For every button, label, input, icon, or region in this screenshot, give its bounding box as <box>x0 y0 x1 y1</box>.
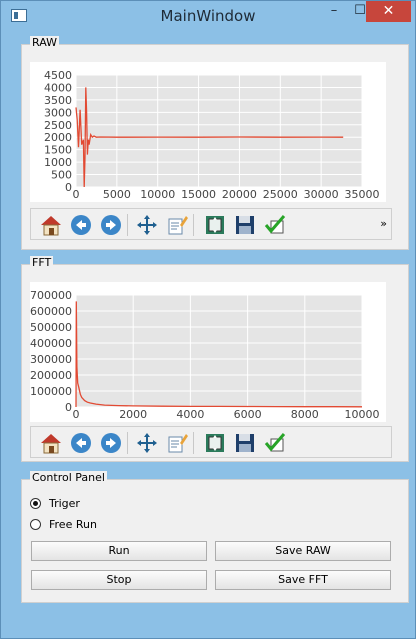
radio-triger[interactable]: Triger <box>30 497 180 513</box>
x-tick-label: 0 <box>73 408 80 421</box>
toolbar-separator <box>193 214 194 236</box>
radio-free-run[interactable]: Free Run <box>30 518 180 534</box>
fft-plot[interactable]: 0 2000 4000 6000 8000 10000 0 100000 200000 30000… <box>30 282 386 422</box>
fft-group: FFT 0 2000 4000 6000 8000 10000 0 100000 200000 3… <box>21 256 409 462</box>
y-tick-label: 1000 <box>44 156 72 169</box>
y-tick-label: 600000 <box>30 305 72 318</box>
control-panel-title: Control Panel <box>30 471 107 484</box>
raw-plot[interactable]: 0 5000 10000 15000 20000 25000 30000 35000 0 500 1… <box>30 62 386 202</box>
save-raw-button[interactable]: Save RAW <box>215 541 391 561</box>
y-tick-label: 1500 <box>44 144 72 157</box>
minimize-button[interactable]: – <box>321 1 347 22</box>
y-tick-label: 100000 <box>30 385 72 398</box>
zoom-edit-icon[interactable] <box>165 431 189 455</box>
save-floppy-icon[interactable] <box>233 213 257 237</box>
stop-button[interactable]: Stop <box>31 570 207 590</box>
configure-subplots-icon[interactable] <box>203 213 227 237</box>
x-tick-label: 20000 <box>222 188 257 201</box>
x-tick-label: 5000 <box>103 188 131 201</box>
forward-arrow-icon[interactable] <box>99 431 123 455</box>
y-tick-label: 500 <box>51 169 72 182</box>
checkmark-icon[interactable] <box>263 213 287 237</box>
forward-arrow-icon[interactable] <box>99 213 123 237</box>
y-tick-label: 200000 <box>30 369 72 382</box>
y-tick-label: 2000 <box>44 131 72 144</box>
checkmark-icon[interactable] <box>263 431 287 455</box>
radio-free-run-indicator[interactable] <box>30 519 41 530</box>
zoom-edit-icon[interactable] <box>165 213 189 237</box>
x-tick-label: 0 <box>73 188 80 201</box>
back-arrow-icon[interactable] <box>69 213 93 237</box>
plot-area <box>76 75 362 187</box>
configure-subplots-icon[interactable] <box>203 431 227 455</box>
toolbar-overflow-icon[interactable]: » <box>380 217 387 230</box>
raw-toolbar: » <box>30 208 392 240</box>
y-tick-label: 400000 <box>30 337 72 350</box>
fft-toolbar <box>30 426 392 458</box>
y-tick-label: 3000 <box>44 106 72 119</box>
y-tick-label: 2500 <box>44 119 72 132</box>
run-button[interactable]: Run <box>31 541 207 561</box>
pan-move-icon[interactable] <box>135 213 159 237</box>
y-tick-label: 0 <box>65 401 72 414</box>
home-icon[interactable] <box>39 213 63 237</box>
home-icon[interactable] <box>39 431 63 455</box>
y-tick-label: 4500 <box>44 69 72 82</box>
fft-chart: 0 2000 4000 6000 8000 10000010000020000030000… <box>30 289 380 421</box>
raw-group: RAW 0 5000 10000 15000 20000 25000 30000 35000 0… <box>21 36 409 250</box>
raw-chart: 0 5000 10000 15000 20000 25000 30000 3500005001… <box>44 69 380 201</box>
back-arrow-icon[interactable] <box>69 431 93 455</box>
x-tick-label: 10000 <box>345 408 380 421</box>
save-fft-button[interactable]: Save FFT <box>215 570 391 590</box>
toolbar-separator <box>193 432 194 454</box>
y-tick-label: 3500 <box>44 94 72 107</box>
plot-area <box>76 295 362 407</box>
y-tick-label: 700000 <box>30 289 72 302</box>
radio-triger-indicator[interactable] <box>30 498 41 509</box>
x-tick-label: 25000 <box>263 188 298 201</box>
fft-group-title: FFT <box>30 256 54 269</box>
y-tick-label: 500000 <box>30 321 72 334</box>
close-button[interactable]: ✕ <box>366 1 411 22</box>
x-tick-label: 15000 <box>181 188 216 201</box>
x-tick-label: 4000 <box>176 408 204 421</box>
x-tick-label: 30000 <box>304 188 339 201</box>
y-tick-label: 300000 <box>30 353 72 366</box>
x-tick-label: 8000 <box>291 408 319 421</box>
radio-free-run-label: Free Run <box>49 518 97 531</box>
x-tick-label: 10000 <box>140 188 175 201</box>
x-tick-label: 35000 <box>345 188 380 201</box>
radio-triger-label: Triger <box>49 497 80 510</box>
y-tick-label: 0 <box>65 181 72 194</box>
pan-move-icon[interactable] <box>135 431 159 455</box>
toolbar-separator <box>127 214 128 236</box>
x-tick-label: 2000 <box>119 408 147 421</box>
y-tick-label: 4000 <box>44 81 72 94</box>
save-floppy-icon[interactable] <box>233 431 257 455</box>
raw-group-title: RAW <box>30 36 59 49</box>
toolbar-separator <box>127 432 128 454</box>
title-bar[interactable]: MainWindow – ☐ ✕ <box>1 1 415 31</box>
x-tick-label: 6000 <box>234 408 262 421</box>
